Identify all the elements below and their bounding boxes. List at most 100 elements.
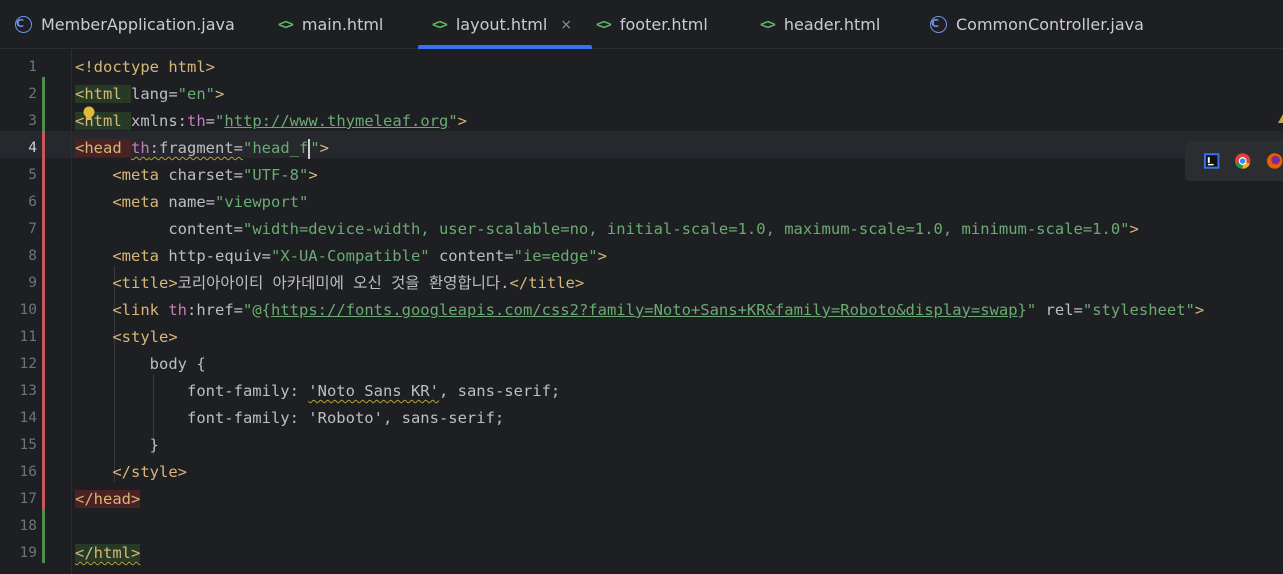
- line-number[interactable]: 15: [7, 432, 37, 459]
- code-token: 코리아아이티 아카데미에 오신 것을 환영합니다.: [177, 274, 510, 292]
- line-number[interactable]: 12: [7, 351, 37, 378]
- code-token: >: [1129, 220, 1139, 238]
- code-token: >: [319, 139, 330, 157]
- line-number-gutter[interactable]: 1 2 3 4 5 6 7 8 9 10 11 12 13 14 15 16 17 18 19: [0, 50, 72, 574]
- line-number[interactable]: 19: [7, 540, 37, 567]
- code-token: "ie=edge": [513, 247, 598, 265]
- line-number[interactable]: 9: [7, 270, 37, 297]
- line-number[interactable]: 7: [7, 216, 37, 243]
- code-token: xmlns:: [131, 112, 187, 130]
- tab-header-html[interactable]: <> header.html: [760, 0, 880, 49]
- code-token: <head: [75, 139, 131, 157]
- tab-label: footer.html: [619, 15, 708, 34]
- code-token: >: [597, 247, 607, 265]
- code-line[interactable]: font-family: 'Roboto', sans-serif;: [75, 405, 504, 432]
- code-token: charset=: [168, 166, 243, 184]
- line-number[interactable]: 11: [7, 324, 37, 351]
- code-line[interactable]: </head>: [75, 486, 141, 513]
- code-token: "UTF-8": [242, 166, 309, 184]
- code-token: }: [75, 436, 159, 454]
- line-number[interactable]: 14: [7, 405, 37, 432]
- code-line[interactable]: <meta name="viewport": [75, 189, 308, 216]
- code-token: "viewport": [215, 193, 309, 211]
- tab-member-application-java[interactable]: C MemberApplication.java: [15, 0, 235, 49]
- code-token: font-family:: [75, 382, 309, 400]
- code-token: th: [131, 139, 150, 157]
- code-line[interactable]: <title>코리아아이티 아카데미에 오신 것을 환영합니다.</title>: [75, 270, 584, 297]
- tab-label: main.html: [301, 15, 384, 34]
- line-number[interactable]: 1: [7, 54, 37, 81]
- line-number[interactable]: 10: [7, 297, 37, 324]
- line-number[interactable]: 6: [7, 189, 37, 216]
- vcs-modified-marker[interactable]: [42, 131, 45, 509]
- code-editor[interactable]: 1 2 3 4 5 6 7 8 9 10 11 12 13 14 15 16 17 18 19 <!doctype …: [0, 50, 1283, 574]
- code-token: "en": [177, 85, 215, 103]
- line-number[interactable]: 5: [7, 162, 37, 189]
- vcs-added-marker[interactable]: [42, 77, 45, 131]
- code-token: </head>: [75, 490, 141, 508]
- code-line[interactable]: }: [75, 432, 159, 459]
- open-in-browser-toolbar: [1185, 141, 1283, 181]
- code-token: http-equiv=: [168, 247, 271, 265]
- code-line[interactable]: <html xmlns:th="http://www.thymeleaf.org…: [75, 108, 467, 135]
- code-line[interactable]: content="width=device-width, user-scalab…: [75, 216, 1139, 243]
- tab-main-html[interactable]: <> main.html: [278, 0, 383, 49]
- code-token: "@{: [243, 301, 271, 319]
- code-line[interactable]: font-family: 'Noto Sans KR', sans-serif;: [75, 378, 560, 405]
- line-number[interactable]: 13: [7, 378, 37, 405]
- code-token: "stylesheet": [1082, 301, 1195, 319]
- line-number[interactable]: 17: [7, 486, 37, 513]
- code-token: font-family: 'Roboto', sans-serif;: [75, 409, 505, 427]
- code-line[interactable]: <html lang="en">: [75, 81, 224, 108]
- tab-common-controller-java[interactable]: C CommonController.java: [930, 0, 1144, 49]
- intellij-icon[interactable]: [1203, 152, 1220, 170]
- line-number[interactable]: 2: [7, 81, 37, 108]
- code-token: <html: [75, 85, 131, 103]
- code-token: <title>: [112, 274, 178, 292]
- firefox-icon[interactable]: [1266, 152, 1283, 170]
- code-line[interactable]: <!doctype html>: [75, 54, 215, 81]
- chrome-icon[interactable]: [1234, 152, 1251, 170]
- lightbulb-icon[interactable]: [82, 106, 96, 122]
- line-number[interactable]: 16: [7, 459, 37, 486]
- code-line[interactable]: </style>: [75, 459, 187, 486]
- code-token: <meta: [112, 193, 169, 211]
- code-token: lang=: [131, 85, 178, 103]
- code-line[interactable]: <head th:fragment="head_f ">: [75, 135, 329, 162]
- code-token: </title>: [509, 274, 585, 292]
- vcs-added-marker[interactable]: [42, 509, 45, 563]
- code-line[interactable]: <meta charset="UTF-8">: [75, 162, 317, 189]
- code-token: </style>: [112, 463, 187, 481]
- code-token: "head_f: [243, 139, 309, 157]
- code-line[interactable]: body {: [75, 351, 206, 378]
- code-token: http://www.thymeleaf.org: [224, 112, 449, 130]
- code-token: <meta: [112, 247, 169, 265]
- tab-label: header.html: [783, 15, 881, 34]
- java-class-icon: C: [930, 16, 947, 33]
- code-token: 'Noto Sans KR': [308, 382, 439, 400]
- java-class-icon: C: [15, 16, 32, 33]
- code-token: name=: [168, 193, 215, 211]
- code-token: </html>: [75, 544, 141, 562]
- code-token: =: [205, 112, 216, 130]
- line-number[interactable]: 3: [7, 108, 37, 135]
- line-number[interactable]: 18: [7, 513, 37, 540]
- code-token: :href=: [187, 301, 243, 319]
- code-line[interactable]: <link th:href="@{https://fonts.googleapi…: [75, 297, 1204, 324]
- tab-label: layout.html: [455, 15, 548, 34]
- code-line[interactable]: </html>: [75, 540, 141, 567]
- inspection-warning-icon[interactable]: [1278, 114, 1283, 123]
- editor-tab-bar: C MemberApplication.java <> main.html <>…: [0, 0, 1283, 49]
- tab-footer-html[interactable]: <> footer.html: [596, 0, 708, 49]
- line-number[interactable]: 4: [7, 135, 37, 162]
- line-number[interactable]: 8: [7, 243, 37, 270]
- html-file-icon: <>: [760, 16, 776, 33]
- tab-layout-html[interactable]: <> layout.html ×: [418, 0, 593, 49]
- close-tab-icon[interactable]: ×: [560, 17, 572, 33]
- code-line[interactable]: <meta http-equiv="X-UA-Compatible" conte…: [75, 243, 607, 270]
- code-line[interactable]: <style>: [75, 324, 177, 351]
